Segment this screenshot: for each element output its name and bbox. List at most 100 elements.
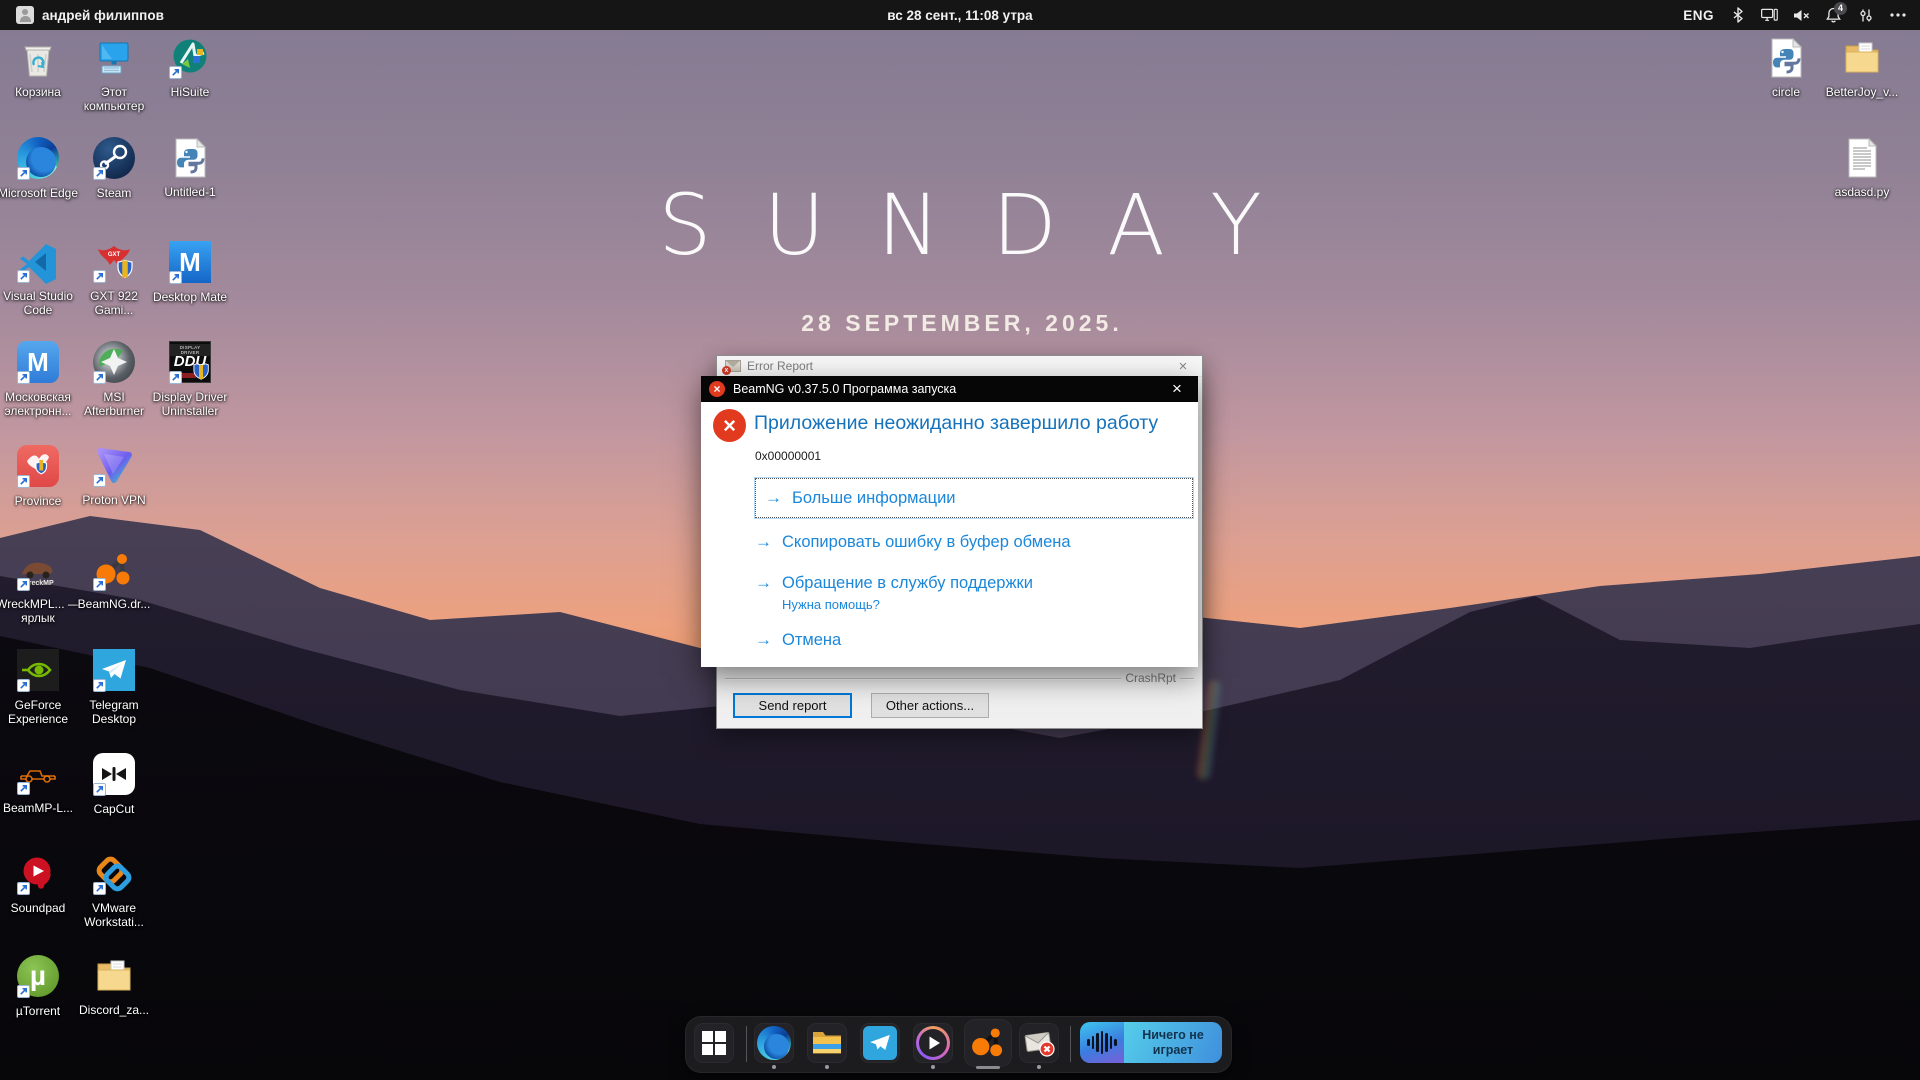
- desktop-icon-label: Soundpad: [0, 901, 80, 915]
- shortcut-arrow-icon: [17, 371, 30, 384]
- dock-separator: [1070, 1026, 1071, 1062]
- wreckmp-icon: WreckMP: [16, 548, 60, 592]
- error-circle-icon: ×: [713, 409, 746, 442]
- dock-telegram-button[interactable]: [860, 1023, 900, 1063]
- language-indicator[interactable]: ENG: [1683, 8, 1714, 23]
- desktop-icon-hisuite[interactable]: HiSuite: [148, 36, 232, 99]
- display-icon[interactable]: [1761, 7, 1778, 24]
- desktop-icon-label: circle: [1744, 85, 1828, 99]
- desktop-icon-ddu[interactable]: DISPLAY DRIVER DDU Display Driver Uninst…: [148, 340, 232, 418]
- error-report-app-icon: x: [725, 360, 741, 372]
- ddu-icon: DISPLAY DRIVER DDU: [168, 341, 212, 385]
- text-file-icon: [1840, 136, 1884, 180]
- dock-mail-error-button[interactable]: [1019, 1023, 1059, 1063]
- folder-icon: [1840, 36, 1884, 80]
- desktop-icon-steam[interactable]: Steam: [72, 136, 156, 200]
- shortcut-arrow-icon: [93, 474, 106, 487]
- desktop-icon-untitled-py[interactable]: Untitled-1: [148, 136, 232, 199]
- desktop-mate-icon: M: [168, 241, 212, 285]
- desktop-icon-beammp[interactable]: BeamMP-L...: [0, 752, 80, 815]
- shortcut-arrow-icon: [93, 679, 106, 692]
- desktop-icon-gxt922[interactable]: GXT GXT 922 Gami...: [72, 240, 156, 317]
- desktop-icon-recycle-bin[interactable]: Корзина: [0, 36, 80, 99]
- beamng-icon: [968, 1023, 1008, 1063]
- desktop-icon-label: Steam: [72, 186, 156, 200]
- shortcut-arrow-icon: [17, 270, 30, 283]
- desktop-icon-label: Московская электронн...: [0, 390, 80, 418]
- link-copy-error[interactable]: → Скопировать ошибку в буфер обмена: [755, 532, 1193, 552]
- close-icon[interactable]: ×: [1156, 376, 1198, 402]
- folder-icon: [92, 954, 136, 998]
- quick-settings-icon[interactable]: [1857, 7, 1874, 24]
- desktop-icon-discord-folder[interactable]: Discord_za...: [72, 954, 156, 1017]
- link-label: Скопировать ошибку в буфер обмена: [782, 533, 1071, 552]
- desktop-icon-geforce[interactable]: GeForce Experience: [0, 648, 80, 726]
- running-indicator: [772, 1065, 776, 1069]
- clock[interactable]: вс 28 сент., 11:08 утра: [0, 0, 1920, 30]
- link-cancel[interactable]: → Отмена: [755, 630, 1193, 650]
- desktop-icon-capcut[interactable]: CapCut: [72, 752, 156, 816]
- desktop-icon-vmware[interactable]: VMware Workstati...: [72, 852, 156, 929]
- desktop-icon-soundpad[interactable]: Soundpad: [0, 852, 80, 915]
- desktop-icon-msi-afterburner[interactable]: MSI Afterburner: [72, 340, 156, 418]
- desktop-icon-mes[interactable]: M Московская электронн...: [0, 340, 80, 418]
- desktop-icon-desktop-mate[interactable]: M Desktop Mate: [148, 240, 232, 304]
- shortcut-arrow-icon: [93, 371, 106, 384]
- dock-edge-button[interactable]: [754, 1023, 794, 1063]
- vmware-icon: [92, 852, 136, 896]
- dock-beamng-button[interactable]: [964, 1019, 1012, 1067]
- desktop-icon-label: Untitled-1: [148, 185, 232, 199]
- link-label: Больше информации: [792, 489, 956, 508]
- desktop-icon-proton-vpn[interactable]: Proton VPN: [72, 444, 156, 507]
- telegram-icon: [92, 649, 136, 693]
- crashrpt-groupbox: CrashRpt: [725, 678, 1194, 679]
- dock-media-player-button[interactable]: [913, 1023, 953, 1063]
- desktop-icon-label: asdasd.py: [1820, 185, 1904, 199]
- desktop-icon-circle-py[interactable]: circle: [1744, 36, 1828, 99]
- desktop-icon-province[interactable]: Province: [0, 444, 80, 508]
- shortcut-arrow-icon: [169, 271, 182, 284]
- beamng-icon: [92, 548, 136, 592]
- python-file-icon: [1764, 36, 1808, 80]
- dock-explorer-button[interactable]: [807, 1023, 847, 1063]
- shortcut-arrow-icon: [93, 783, 106, 796]
- geforce-icon: [16, 649, 60, 693]
- notifications-bell-icon[interactable]: 4: [1825, 7, 1842, 24]
- shortcut-arrow-icon: [93, 578, 106, 591]
- desktop-icon-beamng[interactable]: BeamNG.dr...: [72, 548, 156, 611]
- desktop-icon-label: BetterJoy_v...: [1820, 85, 1904, 99]
- province-icon: [16, 445, 60, 489]
- desktop-icon-label: Microsoft Edge: [0, 186, 80, 200]
- volume-muted-icon[interactable]: [1793, 7, 1810, 24]
- desktop-icon-this-pc[interactable]: Этот компьютер: [72, 36, 156, 113]
- link-label: Обращение в службу поддержки: [782, 574, 1033, 593]
- msi-afterburner-icon: [92, 341, 136, 385]
- other-actions-button[interactable]: Other actions...: [871, 693, 989, 718]
- bluetooth-icon[interactable]: [1729, 7, 1746, 24]
- desktop-icon-telegram[interactable]: Telegram Desktop: [72, 648, 156, 726]
- arrow-right-icon: →: [765, 488, 782, 508]
- this-pc-icon: [92, 36, 136, 80]
- close-icon[interactable]: ×: [1168, 356, 1198, 376]
- dock-music-widget[interactable]: Ничего не играет: [1080, 1022, 1222, 1063]
- shortcut-arrow-icon: [17, 167, 30, 180]
- dock-start-button[interactable]: [694, 1023, 734, 1063]
- desktop-icon-betterjoy-folder[interactable]: BetterJoy_v...: [1820, 36, 1904, 99]
- desktop-icon-utorrent[interactable]: µ µTorrent: [0, 954, 80, 1018]
- desktop-icon-label: Province: [0, 494, 80, 508]
- desktop-icon-wreckmp[interactable]: WreckMP WreckMPL... — ярлык: [0, 548, 80, 625]
- active-indicator: [976, 1066, 1000, 1069]
- python-file-icon: [168, 136, 212, 180]
- telegram-icon: [863, 1026, 897, 1060]
- link-more-info[interactable]: → Больше информации: [755, 478, 1193, 518]
- link-contact-support[interactable]: → Обращение в службу поддержки: [755, 573, 1193, 593]
- error-report-titlebar: x Error Report ×: [717, 356, 1202, 377]
- shortcut-arrow-icon: [17, 882, 30, 895]
- desktop-icon-asdasd-py[interactable]: asdasd.py: [1820, 136, 1904, 199]
- send-report-button[interactable]: Send report: [733, 693, 852, 718]
- support-sub-label: Нужна помощь?: [782, 597, 880, 612]
- desktop-icon-vscode[interactable]: Visual Studio Code: [0, 240, 80, 317]
- desktop-icon-microsoft-edge[interactable]: Microsoft Edge: [0, 136, 80, 200]
- overflow-menu-icon[interactable]: [1889, 7, 1906, 24]
- recycle-bin-icon: [16, 36, 60, 80]
